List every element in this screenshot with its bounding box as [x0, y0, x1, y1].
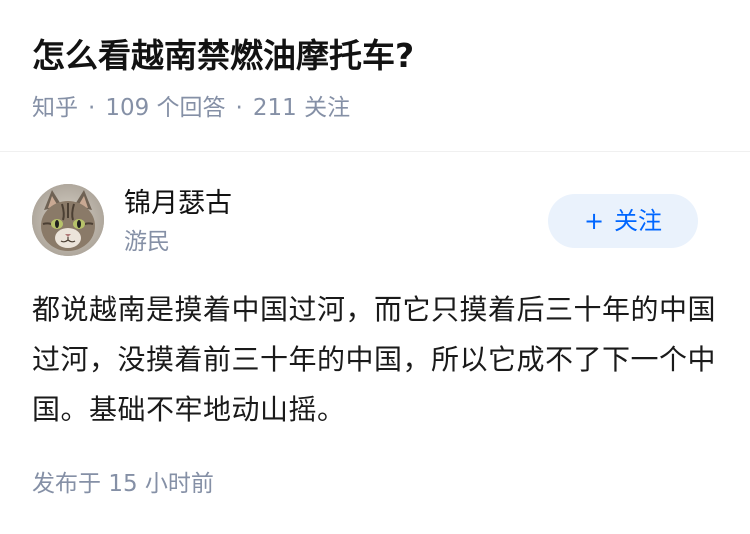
author-tag: 游民	[124, 229, 170, 255]
cat-avatar-icon[interactable]	[32, 184, 104, 256]
followers-count: 211	[252, 95, 297, 121]
answers-label: 个回答	[156, 95, 226, 121]
answer-time-value: 15 小时前	[108, 471, 214, 497]
source-label[interactable]: 知乎	[32, 95, 78, 121]
follow-button[interactable]: + 关注	[548, 194, 698, 248]
author-name[interactable]: 锦月瑟古	[124, 184, 232, 224]
question-header: 怎么看越南禁燃油摩托车? 知乎 · 109 个回答 · 211 关注	[32, 28, 718, 124]
followers-label: 关注	[304, 95, 351, 121]
answer-time: 发布于 15 小时前	[32, 466, 214, 502]
cat-avatar-image	[32, 184, 104, 256]
plus-icon: +	[583, 207, 605, 235]
answer-content: 都说越南是摸着中国过河，而它只摸着后三十年的中国过河，没摸着前三十年的中国，所以…	[32, 293, 717, 426]
header-divider	[0, 151, 750, 152]
separator-dot: ·	[88, 95, 96, 121]
question-meta: 知乎 · 109 个回答 · 211 关注	[32, 92, 718, 124]
answers-count: 109	[105, 95, 150, 121]
answer-time-prefix: 发布于	[32, 471, 101, 497]
follow-button-label: 关注	[614, 207, 663, 235]
author-row: 锦月瑟古 游民 + 关注	[32, 184, 698, 260]
separator-dot: ·	[235, 95, 243, 121]
question-title[interactable]: 怎么看越南禁燃油摩托车?	[32, 28, 718, 84]
